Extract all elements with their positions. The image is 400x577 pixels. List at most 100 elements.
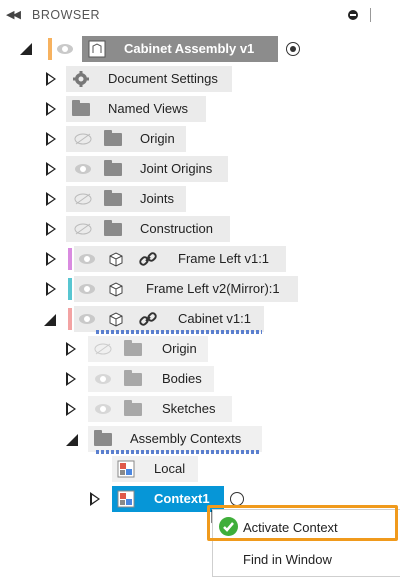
expand-triangle-icon[interactable]: [46, 162, 56, 176]
root-chip[interactable]: Cabinet Assembly v1: [82, 36, 278, 62]
expand-triangle-icon[interactable]: [66, 402, 76, 416]
tree-row-sketches[interactable]: Sketches: [0, 396, 240, 422]
error-underline: [96, 450, 260, 454]
sketches-label: Sketches: [162, 401, 216, 416]
tree-row-local[interactable]: Local: [0, 456, 240, 482]
find-in-window-label: Find in Window: [243, 552, 332, 567]
assembly-contexts-chip[interactable]: Assembly Contexts: [88, 426, 262, 452]
component-color-bar: [68, 278, 72, 300]
panel-title: BROWSER: [32, 8, 101, 22]
activate-radio[interactable]: [230, 492, 244, 506]
folder-icon: [104, 220, 122, 236]
cabinet-origin-chip[interactable]: Origin: [88, 336, 208, 362]
assembly-contexts-label: Assembly Contexts: [130, 431, 242, 446]
expand-triangle-icon[interactable]: [66, 372, 76, 386]
construction-label: Construction: [140, 221, 213, 236]
joint-origins-label: Joint Origins: [140, 161, 213, 176]
expand-triangle-icon[interactable]: [46, 252, 56, 266]
tree-row-bodies[interactable]: Bodies: [0, 366, 240, 392]
root-color-bar: [48, 38, 52, 60]
eye-icon[interactable]: [78, 313, 96, 325]
frame-left-1-chip[interactable]: Frame Left v1:1: [74, 246, 286, 272]
document-settings-chip[interactable]: Document Settings: [66, 66, 232, 92]
expand-triangle-icon[interactable]: [90, 492, 100, 506]
local-chip[interactable]: Local: [112, 456, 198, 482]
highlight-box: [207, 505, 398, 541]
tree-row-named-views[interactable]: Named Views: [0, 96, 240, 122]
local-label: Local: [154, 461, 186, 476]
expanded-triangle-icon[interactable]: [44, 314, 56, 326]
expand-triangle-icon[interactable]: [46, 102, 56, 116]
cabinet-origin-label: Origin: [162, 341, 197, 356]
named-views-label: Named Views: [108, 101, 188, 116]
expand-triangle-icon[interactable]: [46, 222, 56, 236]
expanded-triangle-icon[interactable]: [66, 434, 78, 446]
frame-left-2-label: Frame Left v2(Mirror):1: [146, 281, 280, 296]
expand-triangle-icon[interactable]: [46, 192, 56, 206]
eye-icon[interactable]: [78, 283, 96, 295]
joints-chip[interactable]: Joints: [66, 186, 186, 212]
expand-triangle-icon[interactable]: [66, 342, 76, 356]
eye-icon[interactable]: [56, 43, 74, 55]
eye-icon[interactable]: [78, 253, 96, 265]
tree-row-assembly-contexts[interactable]: Assembly Contexts: [0, 426, 280, 454]
link-icon: [139, 312, 157, 326]
folder-icon: [124, 400, 142, 416]
frame-left-1-label: Frame Left v1:1: [178, 251, 270, 266]
collapse-panel-icon[interactable]: ◀◀: [6, 8, 21, 21]
component-icon: [109, 312, 123, 327]
folder-icon: [72, 100, 90, 116]
tree-row-construction[interactable]: Construction: [0, 216, 240, 242]
eye-hidden-icon[interactable]: [94, 343, 112, 355]
eye-icon[interactable]: [94, 373, 112, 385]
folder-icon: [104, 190, 122, 206]
browser-header: ◀◀ BROWSER: [0, 0, 400, 30]
folder-icon: [104, 160, 122, 176]
named-views-chip[interactable]: Named Views: [66, 96, 206, 122]
tree-row-cabinet-origin[interactable]: Origin: [0, 336, 240, 362]
expand-triangle-icon[interactable]: [46, 282, 56, 296]
minimize-icon[interactable]: [348, 10, 358, 20]
tree-row-frame-left-2[interactable]: Frame Left v2(Mirror):1: [0, 276, 310, 302]
context1-label: Context1: [154, 491, 210, 506]
eye-hidden-icon[interactable]: [74, 223, 92, 235]
context-icon: [117, 460, 135, 478]
tree-row-cabinet[interactable]: Cabinet v1:1: [0, 306, 300, 334]
activate-radio[interactable]: [286, 42, 300, 56]
link-icon: [139, 252, 157, 266]
tree-root-row[interactable]: Cabinet Assembly v1: [0, 36, 400, 62]
expanded-triangle-icon[interactable]: [20, 43, 32, 55]
origin-label: Origin: [140, 131, 175, 146]
component-icon: [109, 252, 123, 267]
construction-chip[interactable]: Construction: [66, 216, 230, 242]
eye-icon[interactable]: [94, 403, 112, 415]
gear-icon: [73, 71, 89, 87]
folder-icon: [94, 430, 112, 446]
sketches-chip[interactable]: Sketches: [88, 396, 232, 422]
folder-icon: [124, 340, 142, 356]
find-in-window-menu-item[interactable]: Find in Window: [213, 544, 400, 574]
expand-triangle-icon[interactable]: [46, 72, 56, 86]
eye-hidden-icon[interactable]: [74, 133, 92, 145]
tree-row-joints[interactable]: Joints: [0, 186, 240, 212]
tree-row-frame-left-1[interactable]: Frame Left v1:1: [0, 246, 300, 272]
cabinet-label: Cabinet v1:1: [178, 311, 251, 326]
bodies-chip[interactable]: Bodies: [88, 366, 214, 392]
component-color-bar: [68, 248, 72, 270]
eye-icon[interactable]: [74, 163, 92, 175]
bodies-label: Bodies: [162, 371, 202, 386]
tree-row-joint-origins[interactable]: Joint Origins: [0, 156, 240, 182]
panel-grip[interactable]: [370, 8, 371, 22]
tree-row-origin[interactable]: Origin: [0, 126, 240, 152]
context-icon: [117, 490, 135, 508]
eye-hidden-icon[interactable]: [74, 193, 92, 205]
root-label: Cabinet Assembly v1: [124, 41, 255, 56]
expand-triangle-icon[interactable]: [46, 132, 56, 146]
frame-left-2-chip[interactable]: Frame Left v2(Mirror):1: [74, 276, 298, 302]
folder-icon: [104, 130, 122, 146]
cabinet-chip[interactable]: Cabinet v1:1: [74, 306, 264, 332]
origin-chip[interactable]: Origin: [66, 126, 186, 152]
joint-origins-chip[interactable]: Joint Origins: [66, 156, 228, 182]
tree-row-document-settings[interactable]: Document Settings: [0, 66, 240, 92]
component-icon: [109, 282, 123, 297]
